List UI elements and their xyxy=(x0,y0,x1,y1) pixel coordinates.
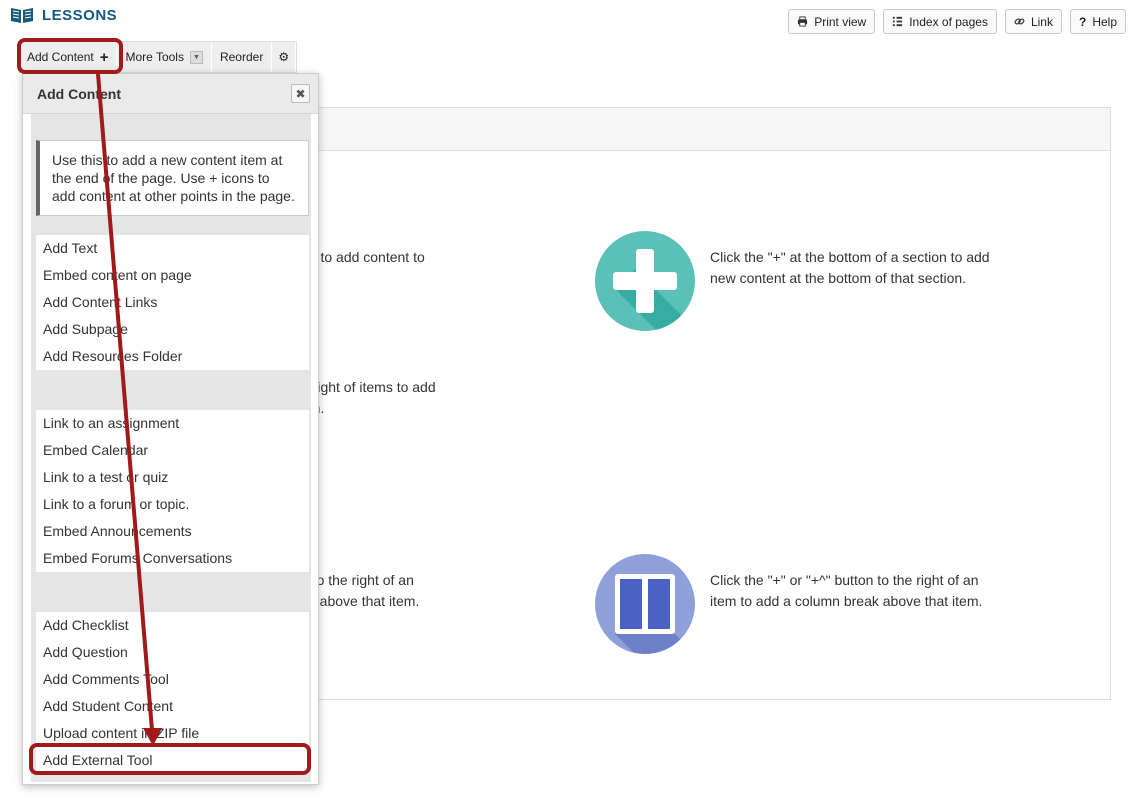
header-actions: Print view Index of pages Link ? Help xyxy=(788,9,1126,34)
book-icon xyxy=(11,8,33,23)
content-panel xyxy=(300,107,1111,700)
list-icon xyxy=(893,16,903,27)
menu-item-add-content-links[interactable]: Add Content Links xyxy=(36,289,309,316)
more-tools-label: More Tools xyxy=(125,50,184,64)
menu-item-add-comments-tool[interactable]: Add Comments Tool xyxy=(36,666,309,693)
dialog-header: Add Content ✖ xyxy=(23,74,318,114)
close-icon[interactable]: ✖ xyxy=(291,84,310,103)
column-break-icon xyxy=(595,554,695,654)
plus-help-text: Click the "+" at the bottom of a section… xyxy=(710,249,990,265)
menu-item-add-question[interactable]: Add Question xyxy=(36,639,309,666)
help-button[interactable]: ? Help xyxy=(1069,9,1126,34)
menu-item-upload-zip[interactable]: Upload content in ZIP file xyxy=(36,720,309,747)
add-content-label: Add Content xyxy=(27,50,94,64)
gear-icon: ⚙ xyxy=(278,50,290,64)
add-section-plus-icon xyxy=(595,231,695,331)
column-help-text: Click the "+" or "+^" button to the righ… xyxy=(710,572,979,588)
menu-item-add-checklist[interactable]: Add Checklist xyxy=(36,612,309,639)
menu-item-link-assignment[interactable]: Link to an assignment xyxy=(36,410,309,437)
help-text-fragment: ab to add content to xyxy=(301,249,425,265)
menu-item-embed-announcements[interactable]: Embed Announcements xyxy=(36,518,309,545)
reorder-label: Reorder xyxy=(219,50,264,64)
print-view-button[interactable]: Print view xyxy=(788,9,876,34)
dialog-info: Use this to add a new content item at th… xyxy=(36,140,309,216)
menu-group-tools: Link to an assignment Embed Calendar Lin… xyxy=(36,410,309,572)
index-of-pages-button[interactable]: Index of pages xyxy=(883,9,997,34)
reorder-button[interactable]: Reorder xyxy=(212,42,273,72)
menu-item-add-resources-folder[interactable]: Add Resources Folder xyxy=(36,343,309,370)
link-label: Link xyxy=(1030,14,1053,29)
question-icon: ? xyxy=(1078,14,1087,29)
more-tools-button[interactable]: More Tools ▼ xyxy=(117,42,212,72)
column-help-text: item to add a column break above that it… xyxy=(710,593,983,609)
print-view-label: Print view xyxy=(814,14,867,29)
help-label: Help xyxy=(1092,14,1117,29)
menu-item-add-subpage[interactable]: Add Subpage xyxy=(36,316,309,343)
plus-icon: + xyxy=(99,48,109,66)
menu-group-basic: Add Text Embed content on page Add Conte… xyxy=(36,235,309,370)
menu-group-other: Add Checklist Add Question Add Comments … xyxy=(36,612,309,774)
page-title: LESSONS xyxy=(42,6,118,24)
menu-item-embed-forums-conversations[interactable]: Embed Forums Conversations xyxy=(36,545,309,572)
menu-item-add-external-tool[interactable]: Add External Tool xyxy=(36,747,309,774)
settings-button[interactable]: ⚙ xyxy=(272,42,297,72)
menu-item-embed-content[interactable]: Embed content on page xyxy=(36,262,309,289)
menu-item-add-text[interactable]: Add Text xyxy=(36,235,309,262)
lessons-title: LESSONS xyxy=(10,6,117,24)
menu-item-add-student-content[interactable]: Add Student Content xyxy=(36,693,309,720)
add-content-button[interactable]: Add Content + xyxy=(19,42,118,72)
chevron-down-icon: ▼ xyxy=(189,50,203,64)
dialog-body: Use this to add a new content item at th… xyxy=(31,114,311,782)
index-of-pages-label: Index of pages xyxy=(909,14,988,29)
lessons-toolbar: Add Content + More Tools ▼ Reorder ⚙ xyxy=(18,41,298,73)
menu-item-link-test-quiz[interactable]: Link to a test or quiz xyxy=(36,464,309,491)
printer-icon xyxy=(798,16,808,27)
help-text-fragment: e right of items to add xyxy=(301,379,436,395)
menu-item-link-forum[interactable]: Link to a forum or topic. xyxy=(36,491,309,518)
link-icon xyxy=(1014,18,1025,25)
add-content-dialog: Add Content ✖ Use this to add a new cont… xyxy=(22,73,319,785)
plus-help-text: new content at the bottom of that sectio… xyxy=(710,270,967,286)
dialog-title: Add Content xyxy=(37,85,121,102)
menu-item-embed-calendar[interactable]: Embed Calendar xyxy=(36,437,309,464)
content-panel-header xyxy=(301,108,1110,151)
link-button[interactable]: Link xyxy=(1004,9,1062,34)
